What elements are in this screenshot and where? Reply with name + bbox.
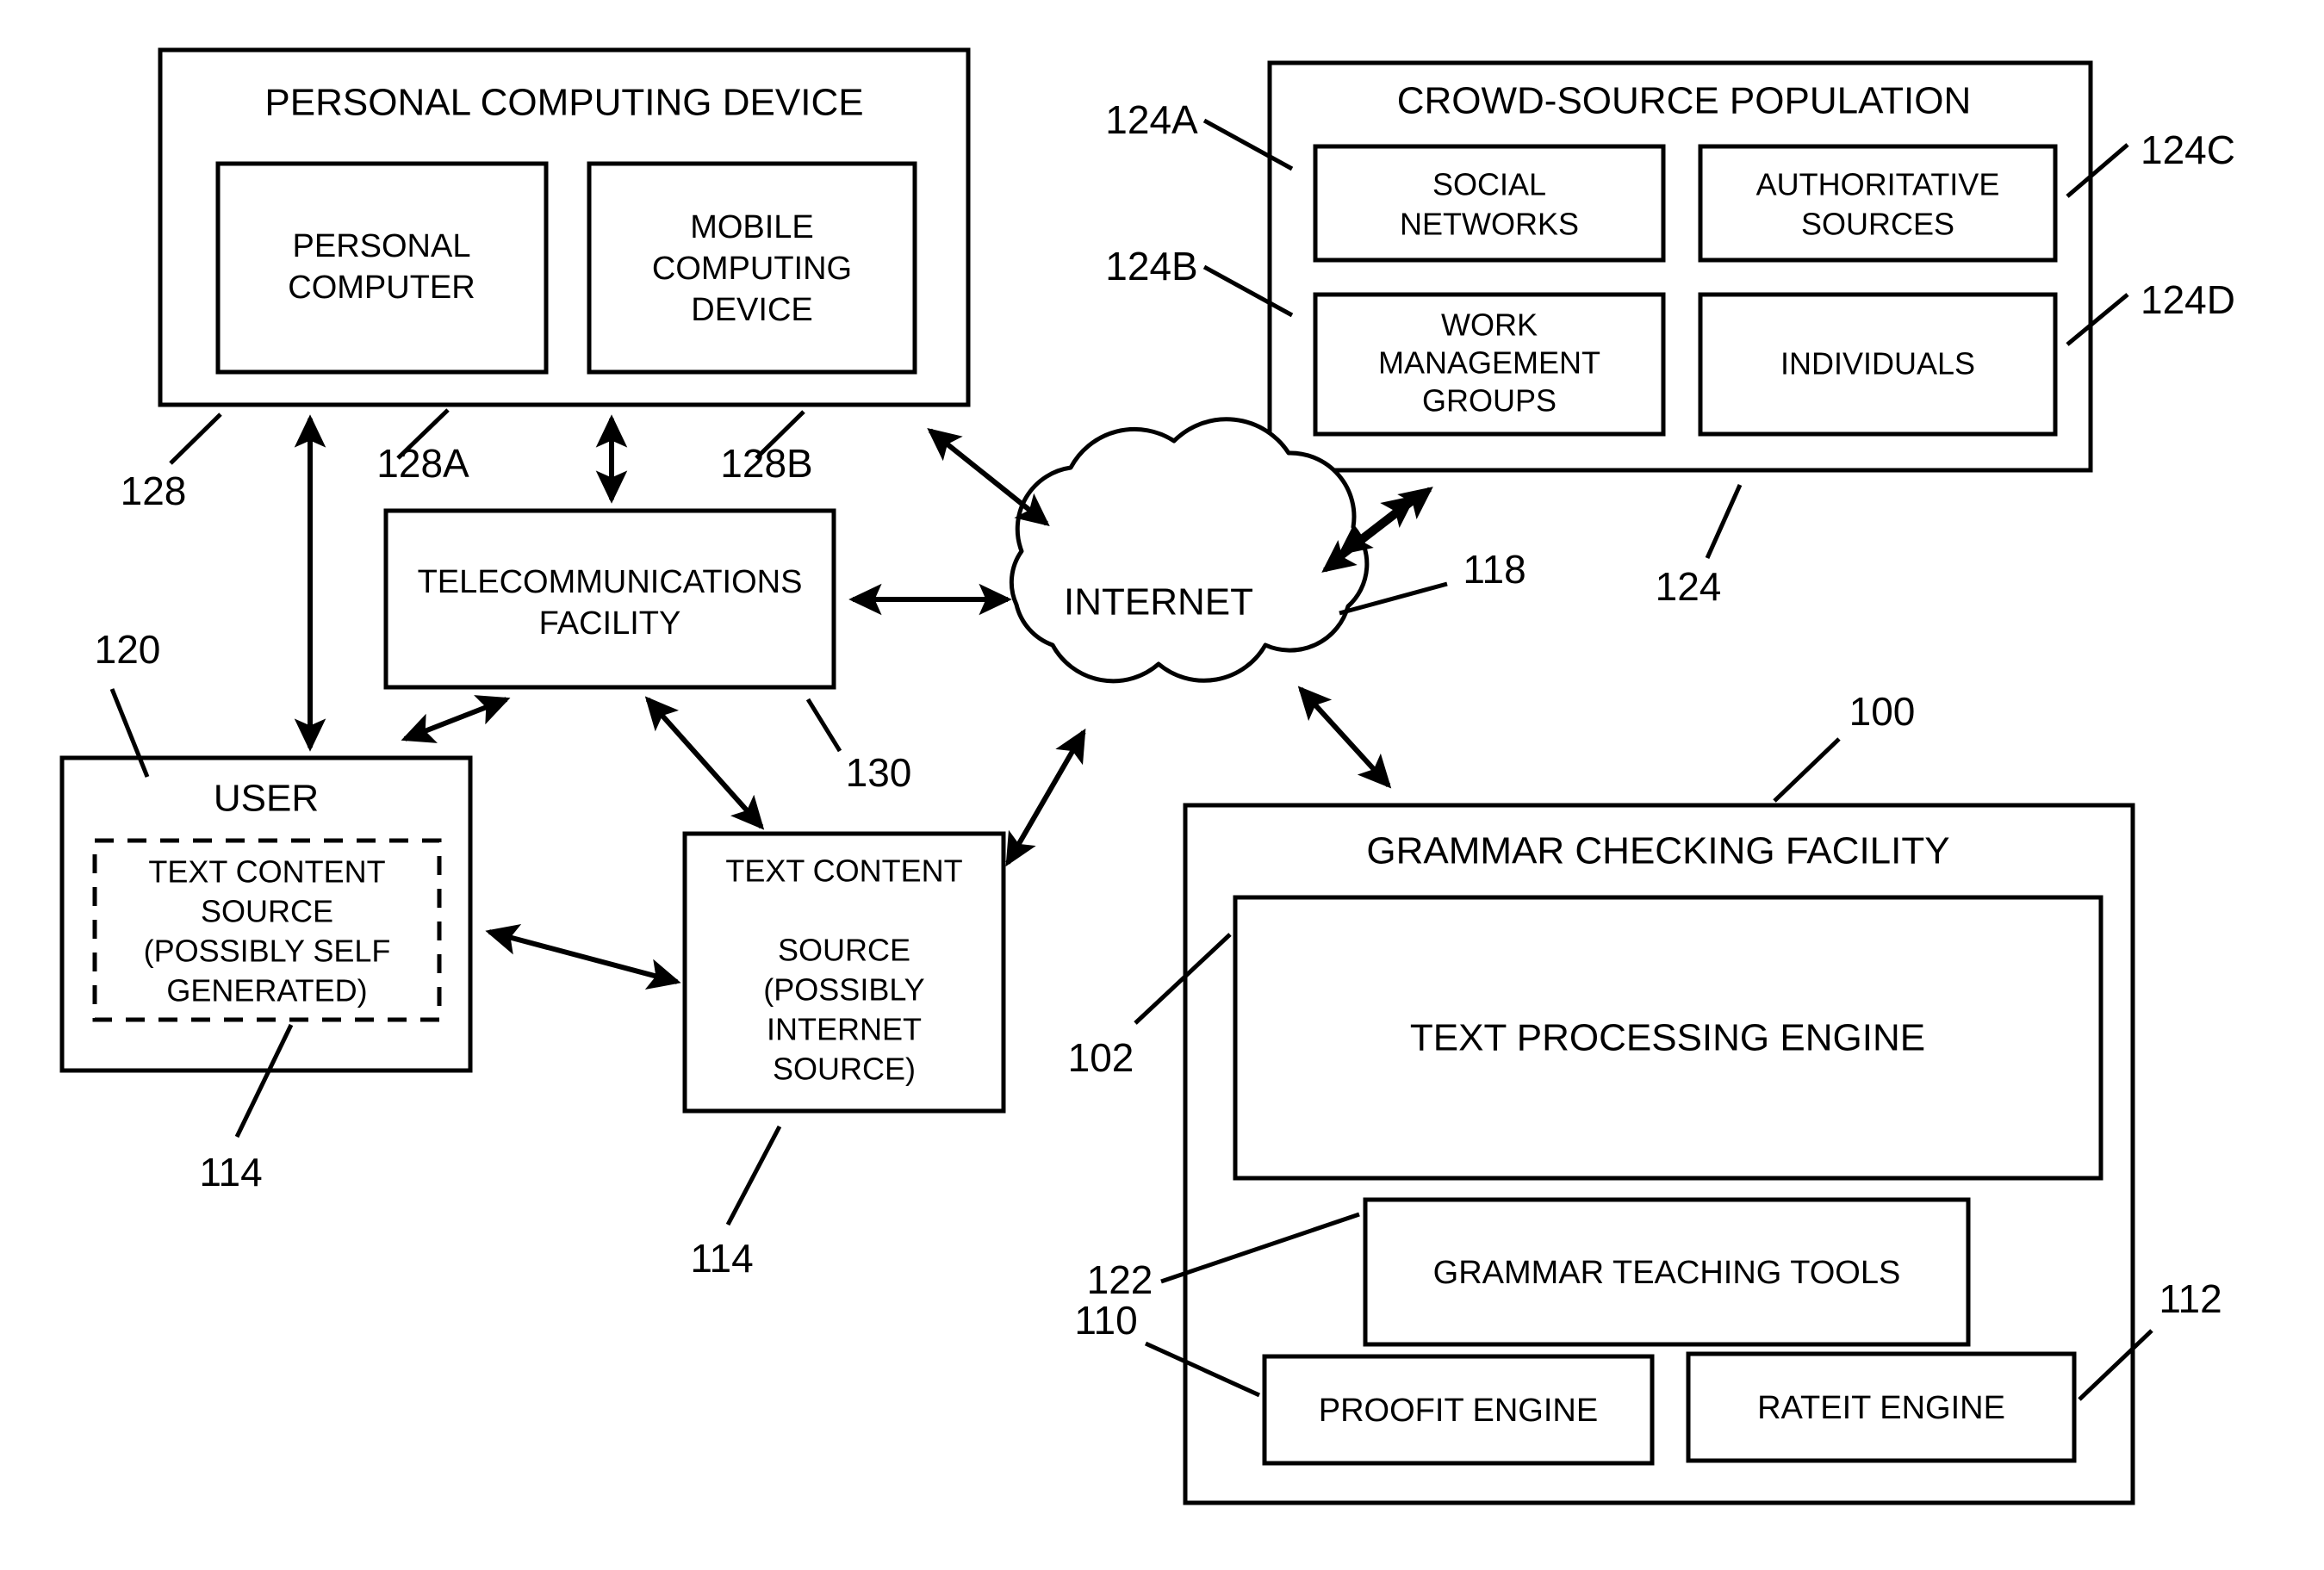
ref-130: 130	[846, 750, 912, 795]
block-grammar-checking-facility[interactable]: GRAMMAR CHECKING FACILITY TEXT PROCESSIN…	[1183, 803, 2135, 1505]
grammar-checking-facility-title: GRAMMAR CHECKING FACILITY	[1366, 830, 1949, 872]
block-social-networks[interactable]: SOCIAL NETWORKS	[1313, 144, 1666, 263]
text-content-source-internet-line2: SOURCE	[778, 933, 910, 968]
text-processing-engine-label: TEXT PROCESSING ENGINE	[1410, 1017, 1925, 1059]
ref-118: 118	[1463, 547, 1526, 592]
block-proofit-engine[interactable]: PROOFIT ENGINE	[1262, 1354, 1655, 1466]
ref-128: 128	[121, 469, 187, 513]
block-authoritative-sources[interactable]: AUTHORITATIVE SOURCES	[1698, 144, 2058, 263]
authoritative-sources-label-line1: AUTHORITATIVE	[1756, 167, 2000, 202]
individuals-label: INDIVIDUALS	[1780, 346, 1975, 382]
user-text-content-source-line2: SOURCE	[201, 894, 333, 929]
block-internet-cloud[interactable]: INTERNET	[1009, 417, 1370, 684]
block-mobile-computing-device[interactable]: MOBILE COMPUTING DEVICE	[587, 161, 917, 375]
ref-122: 122	[1087, 1257, 1153, 1302]
work-management-groups-label-line3: GROUPS	[1422, 383, 1557, 419]
grammar-teaching-tools-label: GRAMMAR TEACHING TOOLS	[1433, 1255, 1901, 1291]
work-management-groups-label-line2: MANAGEMENT	[1378, 345, 1600, 381]
user-text-content-source-line3: (POSSIBLY SELF	[144, 934, 391, 969]
arrow-user-to-text-content-source	[485, 923, 681, 990]
ref-114-internet: 114	[690, 1236, 753, 1281]
rateit-engine-label: RATEIT ENGINE	[1757, 1390, 2005, 1426]
user-title: USER	[214, 778, 319, 820]
block-personal-computing-device[interactable]: PERSONAL COMPUTING DEVICE PERSONAL COMPU…	[158, 47, 971, 407]
ref-124B: 124B	[1105, 244, 1197, 289]
user-text-content-source-line4: GENERATED)	[166, 973, 367, 1008]
ref-102: 102	[1068, 1035, 1134, 1080]
text-content-source-internet-line1: TEXT CONTENT	[725, 853, 962, 889]
ref-124D: 124D	[2141, 277, 2235, 322]
cloud-shape	[1009, 417, 1370, 684]
mobile-computing-device-label-line1: MOBILE	[690, 209, 814, 245]
ref-100: 100	[1849, 689, 1916, 734]
block-text-processing-engine[interactable]: TEXT PROCESSING ENGINE	[1233, 895, 2103, 1181]
ref-group-personal-computing-device: 128 128A 128B	[121, 408, 813, 513]
arrow-pcd-to-internet	[927, 428, 1050, 526]
social-networks-outline	[1313, 144, 1666, 263]
personal-computer-label-line1: PERSONAL	[293, 228, 471, 264]
block-text-content-source-internet[interactable]: TEXT CONTENT SOURCE (POSSIBLY INTERNET S…	[682, 831, 1006, 1114]
internet-label: INTERNET	[1064, 581, 1253, 624]
proofit-engine-label: PROOFIT ENGINE	[1319, 1393, 1598, 1429]
telecommunications-facility-label-line1: TELECOMMUNICATIONS	[418, 564, 803, 600]
block-personal-computer[interactable]: PERSONAL COMPUTER	[215, 161, 549, 375]
text-content-source-internet-line4: INTERNET	[767, 1012, 922, 1047]
social-networks-label-line2: NETWORKS	[1400, 207, 1579, 242]
authoritative-sources-label-line2: SOURCES	[1801, 207, 1954, 242]
ref-128A: 128A	[376, 441, 469, 486]
personal-computer-outline	[215, 161, 549, 375]
block-user[interactable]: USER TEXT CONTENT SOURCE (POSSIBLY SELF …	[59, 755, 473, 1073]
text-content-source-internet-line3: (POSSIBLY	[763, 972, 924, 1008]
block-work-management-groups[interactable]: WORK MANAGEMENT GROUPS	[1313, 292, 1666, 437]
crowd-source-population-title: CROWD-SOURCE POPULATION	[1397, 80, 1972, 122]
arrow-telecom-to-user	[401, 695, 511, 743]
block-crowd-source-population[interactable]: CROWD-SOURCE POPULATION SOCIAL NETWORKS …	[1267, 60, 2093, 473]
ref-114-user: 114	[199, 1150, 262, 1195]
ref-124C: 124C	[2141, 127, 2235, 172]
arrow-telecom-to-text-content-source	[644, 696, 765, 830]
personal-computer-label-line2: COMPUTER	[288, 270, 475, 306]
ref-128B: 128B	[720, 441, 812, 486]
ref-group-telecom: 130	[805, 698, 912, 795]
user-text-content-source-line1: TEXT CONTENT	[148, 854, 385, 890]
block-rateit-engine[interactable]: RATEIT ENGINE	[1686, 1351, 2077, 1463]
work-management-groups-label-line1: WORK	[1441, 307, 1538, 343]
ref-120: 120	[95, 627, 161, 672]
block-individuals[interactable]: INDIVIDUALS	[1698, 292, 2058, 437]
mobile-computing-device-label-line3: DEVICE	[691, 292, 812, 328]
ref-group-text-content-internet: 114	[690, 1125, 782, 1281]
ref-110: 110	[1074, 1298, 1137, 1343]
ref-124A: 124A	[1105, 97, 1198, 142]
figure-canvas: PERSONAL COMPUTING DEVICE PERSONAL COMPU…	[0, 0, 2324, 1570]
block-diagram-svg: PERSONAL COMPUTING DEVICE PERSONAL COMPU…	[59, 47, 2235, 1505]
ref-124: 124	[1656, 564, 1722, 609]
arrow-internet-to-grammar-facility	[1297, 686, 1392, 789]
text-content-source-internet-line5: SOURCE)	[773, 1052, 916, 1087]
personal-computing-device-title: PERSONAL COMPUTING DEVICE	[264, 82, 863, 124]
block-grammar-teaching-tools[interactable]: GRAMMAR TEACHING TOOLS	[1363, 1197, 1971, 1347]
social-networks-label-line1: SOCIAL	[1432, 167, 1546, 202]
authoritative-sources-outline	[1698, 144, 2058, 263]
ref-112: 112	[2159, 1276, 2221, 1321]
arrow-text-content-source-to-internet	[1005, 728, 1086, 867]
mobile-computing-device-label-line2: COMPUTING	[652, 251, 852, 287]
block-telecommunications-facility[interactable]: TELECOMMUNICATIONS FACILITY	[383, 508, 836, 690]
telecommunications-facility-label-line2: FACILITY	[539, 605, 681, 642]
